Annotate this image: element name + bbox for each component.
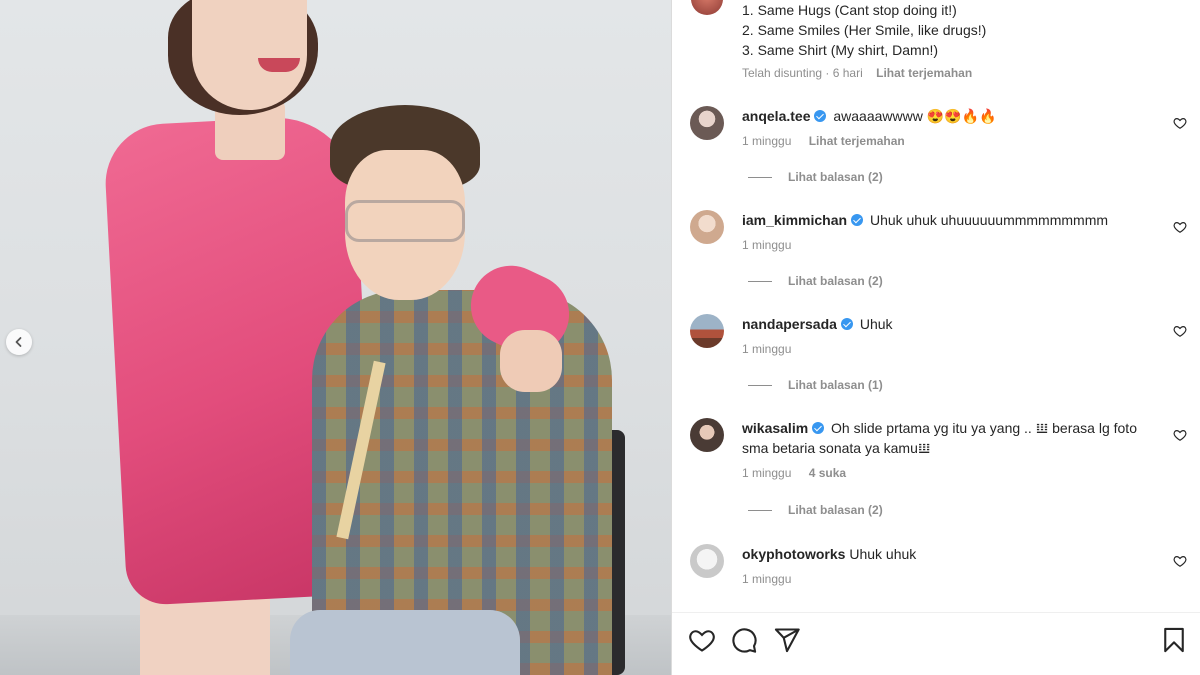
comment-body: Uhuk uhuk uhuuuuuummmmmmmmm bbox=[869, 212, 1109, 228]
verified-badge-icon bbox=[812, 422, 825, 434]
comment-text: iam_kimmichan Uhuk uhuk uhuuuuuummmmmmmm… bbox=[742, 210, 1162, 230]
comment-time[interactable]: 1 minggu bbox=[742, 572, 791, 586]
replies-line bbox=[748, 509, 772, 511]
comment-time[interactable]: 1 minggu bbox=[742, 342, 791, 356]
view-replies-label: Lihat balasan (2) bbox=[788, 274, 883, 288]
replies-line bbox=[748, 384, 772, 386]
comment-time[interactable]: 1 minggu bbox=[742, 466, 791, 480]
caption-time[interactable]: 6 hari bbox=[833, 66, 863, 80]
author-avatar[interactable] bbox=[691, 0, 723, 15]
avatar[interactable] bbox=[690, 210, 724, 244]
caption-meta: Telah disunting · 6 hari Lihat terjemaha… bbox=[742, 66, 972, 80]
comment-meta: 1 minggu 4 suka bbox=[742, 466, 846, 480]
comment-text: nandapersada Uhuk bbox=[742, 314, 1162, 334]
view-replies-button[interactable]: Lihat balasan (2) bbox=[748, 274, 883, 288]
avatar[interactable] bbox=[690, 106, 724, 140]
replies-line bbox=[748, 280, 772, 282]
view-replies-label: Lihat balasan (2) bbox=[788, 170, 883, 184]
chevron-left-icon bbox=[15, 337, 22, 347]
send-icon[interactable] bbox=[773, 626, 801, 654]
heart-icon[interactable] bbox=[1173, 554, 1187, 568]
comments-pane[interactable]: 1. Same Hugs (Cant stop doing it!) 2. Sa… bbox=[672, 0, 1200, 675]
comment-time[interactable]: 1 minggu bbox=[742, 238, 791, 252]
caption-line: 1. Same Hugs (Cant stop doing it!) bbox=[742, 2, 957, 18]
comment-body: awaaaawwww 😍😍🔥🔥 bbox=[833, 108, 997, 124]
photo-man-glasses bbox=[345, 200, 465, 242]
view-replies-button[interactable]: Lihat balasan (2) bbox=[748, 170, 883, 184]
avatar[interactable] bbox=[690, 418, 724, 452]
see-translation-link[interactable]: Lihat terjemahan bbox=[876, 66, 972, 80]
heart-icon[interactable] bbox=[1173, 116, 1187, 130]
comment-meta: 1 minggu bbox=[742, 342, 791, 356]
actions-divider bbox=[672, 612, 1200, 613]
comment-username[interactable]: wikasalim bbox=[742, 420, 808, 436]
comment-username[interactable]: anqela.tee bbox=[742, 108, 810, 124]
comment-text: okyphotoworks Uhuk uhuk bbox=[742, 544, 1162, 564]
heart-icon[interactable] bbox=[688, 626, 716, 654]
edited-label: Telah disunting bbox=[742, 66, 823, 80]
caption-line: 3. Same Shirt (My shirt, Damn!) bbox=[742, 42, 939, 58]
comment-text: wikasalim Oh slide prtama yg itu ya yang… bbox=[742, 418, 1162, 458]
post-actions bbox=[672, 626, 1200, 656]
post-photo bbox=[0, 0, 672, 675]
view-replies-label: Lihat balasan (2) bbox=[788, 503, 883, 517]
photo-woman-hand bbox=[500, 330, 562, 392]
comment-text: anqela.tee awaaaawwww 😍😍🔥🔥 bbox=[742, 106, 1162, 126]
heart-icon[interactable] bbox=[1173, 428, 1187, 442]
photo-woman-face bbox=[192, 0, 307, 110]
comment-time[interactable]: 1 minggu bbox=[742, 134, 791, 148]
comment-username[interactable]: okyphotoworks bbox=[742, 546, 845, 562]
replies-line bbox=[748, 176, 772, 178]
view-replies-button[interactable]: Lihat balasan (2) bbox=[748, 503, 883, 517]
comment-username[interactable]: nandapersada bbox=[742, 316, 837, 332]
avatar[interactable] bbox=[690, 314, 724, 348]
verified-badge-icon bbox=[851, 214, 864, 226]
heart-icon[interactable] bbox=[1173, 220, 1187, 234]
verified-badge-icon bbox=[840, 318, 853, 330]
comment-icon[interactable] bbox=[730, 626, 758, 654]
avatar[interactable] bbox=[690, 544, 724, 578]
meta-separator: · bbox=[825, 66, 830, 80]
comment-meta: 1 minggu bbox=[742, 238, 791, 252]
heart-icon[interactable] bbox=[1173, 324, 1187, 338]
view-replies-button[interactable]: Lihat balasan (1) bbox=[748, 378, 883, 392]
verified-badge-icon bbox=[814, 110, 827, 122]
comment-meta: 1 minggu bbox=[742, 572, 791, 586]
comment-username[interactable]: iam_kimmichan bbox=[742, 212, 847, 228]
view-replies-label: Lihat balasan (1) bbox=[788, 378, 883, 392]
comment-body: Uhuk bbox=[859, 316, 893, 332]
comment-likes[interactable]: 4 suka bbox=[809, 466, 846, 480]
carousel-prev-button[interactable] bbox=[6, 329, 32, 355]
comment-body: Uhuk uhuk bbox=[849, 546, 917, 562]
comment-meta: 1 minggu Lihat terjemahan bbox=[742, 134, 905, 148]
caption-line: 2. Same Smiles (Her Smile, like drugs!) bbox=[742, 22, 987, 38]
photo-man-jeans bbox=[290, 610, 520, 675]
bookmark-icon[interactable] bbox=[1160, 626, 1188, 654]
see-translation-link[interactable]: Lihat terjemahan bbox=[809, 134, 905, 148]
